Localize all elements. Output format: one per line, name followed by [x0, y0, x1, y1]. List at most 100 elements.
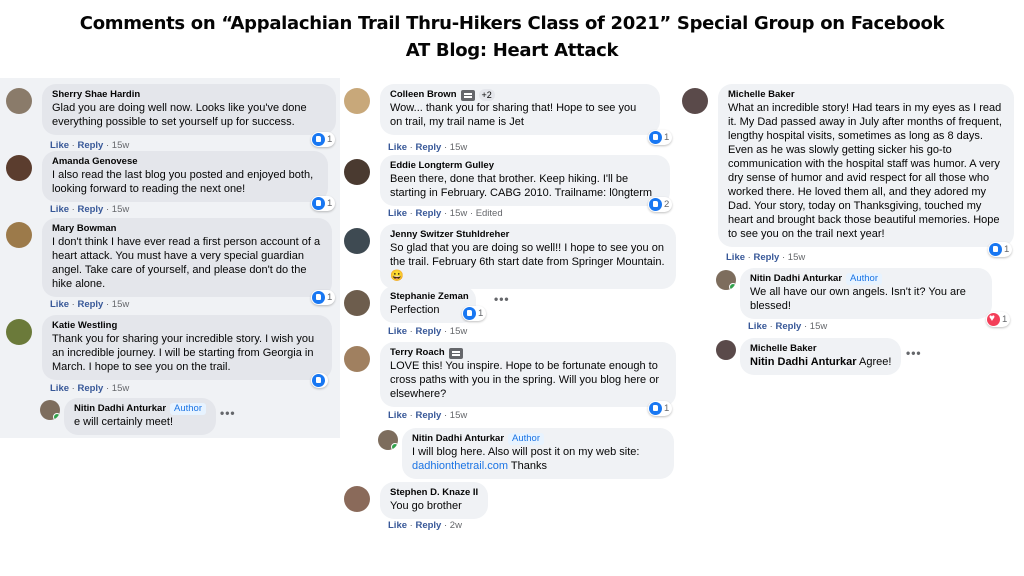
- timestamp[interactable]: 15w: [450, 208, 467, 219]
- online-indicator: [391, 443, 398, 450]
- comment-author[interactable]: Katie Westling: [52, 320, 322, 332]
- comment-bubble: Eddie Longterm Gulley Been there, done t…: [380, 155, 670, 206]
- avatar[interactable]: [344, 159, 370, 185]
- comment-actions: Like · Reply · 15w: [388, 326, 468, 337]
- comment-text: Glad you are doing well now. Looks like …: [52, 102, 307, 128]
- reply-button[interactable]: Reply: [415, 208, 441, 219]
- reply-button[interactable]: Reply: [77, 140, 103, 151]
- avatar[interactable]: [716, 340, 736, 360]
- comment-author[interactable]: Terry Roach: [390, 347, 666, 359]
- comment-bubble: Stephanie Zeman Perfection: [380, 286, 476, 323]
- heart-reaction-icon: [987, 312, 1000, 326]
- timestamp[interactable]: 15w: [112, 140, 129, 151]
- comment-text: I will blog here. Also will post it on m…: [412, 446, 640, 472]
- like-button[interactable]: Like: [388, 142, 407, 153]
- timestamp[interactable]: 15w: [450, 410, 467, 421]
- like-button[interactable]: Like: [50, 204, 69, 215]
- comment-text: Been there, done that brother. Keep hiki…: [390, 173, 653, 199]
- avatar[interactable]: [344, 486, 370, 512]
- reaction-count[interactable]: 1: [311, 132, 336, 147]
- comment-text: Perfection: [390, 304, 440, 316]
- like-button[interactable]: Like: [388, 326, 407, 337]
- avatar[interactable]: [344, 290, 370, 316]
- comment-author[interactable]: Mary Bowman: [52, 223, 322, 235]
- like-button[interactable]: Like: [50, 383, 69, 394]
- like-button[interactable]: Like: [388, 410, 407, 421]
- avatar[interactable]: [344, 346, 370, 372]
- timestamp[interactable]: 15w: [112, 299, 129, 310]
- like-button[interactable]: Like: [50, 299, 69, 310]
- comment-author[interactable]: Nitin Dadhi Anturkar Author: [412, 433, 664, 445]
- reply-button[interactable]: Reply: [77, 383, 103, 394]
- comment-bubble: Sherry Shae Hardin Glad you are doing we…: [42, 84, 336, 135]
- reply-button[interactable]: Reply: [77, 299, 103, 310]
- comment-bubble: Michelle Baker Nitin Dadhi Anturkar Agre…: [740, 338, 902, 375]
- avatar[interactable]: [682, 88, 708, 114]
- comment-author[interactable]: Sherry Shae Hardin: [52, 89, 326, 101]
- comment-column-3: Michelle Baker What an incredible story!…: [680, 78, 1024, 378]
- like-button[interactable]: Like: [388, 520, 407, 531]
- reply-button[interactable]: Reply: [775, 321, 801, 332]
- comment-text: What an incredible story! Had tears in m…: [728, 102, 1002, 240]
- comment: Sherry Shae Hardin Glad you are doing we…: [6, 84, 336, 151]
- reaction-count[interactable]: 1: [462, 306, 487, 321]
- avatar[interactable]: [40, 400, 60, 420]
- author-badge: Author: [170, 403, 207, 415]
- more-options-icon[interactable]: •••: [494, 292, 510, 306]
- author-badge: Author: [508, 433, 545, 445]
- reaction-count[interactable]: 2: [648, 197, 673, 212]
- timestamp[interactable]: 15w: [112, 383, 129, 394]
- timestamp[interactable]: 15w: [450, 142, 467, 153]
- timestamp[interactable]: 15w: [788, 252, 805, 263]
- avatar[interactable]: [378, 430, 398, 450]
- comment-author[interactable]: Stephanie Zeman: [390, 291, 469, 303]
- comment-author[interactable]: Nitin Dadhi Anturkar Author: [750, 273, 982, 285]
- like-reaction-icon: [463, 307, 476, 320]
- comment-author[interactable]: Stephen D. Knaze II: [390, 487, 478, 499]
- comment-author[interactable]: Colleen Brown +2: [390, 89, 650, 101]
- reaction-count[interactable]: 1: [988, 242, 1013, 257]
- reaction-count[interactable]: 1: [648, 401, 673, 416]
- mention-link[interactable]: Nitin Dadhi Anturkar: [750, 356, 857, 368]
- avatar[interactable]: [344, 88, 370, 114]
- comment-author[interactable]: Jenny Switzer Stuhldreher: [390, 229, 666, 241]
- reply-button[interactable]: Reply: [415, 142, 441, 153]
- reply-button[interactable]: Reply: [753, 252, 779, 263]
- comment-author[interactable]: Amanda Genovese: [52, 156, 318, 168]
- comment-author[interactable]: Eddie Longterm Gulley: [390, 160, 660, 172]
- more-options-icon[interactable]: •••: [220, 406, 236, 420]
- timestamp[interactable]: 2w: [450, 520, 462, 531]
- reaction-count[interactable]: 1: [311, 290, 336, 305]
- comment-author[interactable]: Nitin Dadhi Anturkar Author: [74, 403, 207, 415]
- avatar[interactable]: [716, 270, 736, 290]
- avatar[interactable]: [6, 319, 32, 345]
- reaction-count[interactable]: 1: [311, 196, 336, 211]
- more-options-icon[interactable]: •••: [906, 346, 922, 360]
- comment-bubble: Terry Roach LOVE this! You inspire. Hope…: [380, 342, 676, 407]
- comment-bubble: Nitin Dadhi Anturkar Author We all have o…: [740, 268, 992, 319]
- reaction-count[interactable]: 1: [648, 130, 673, 145]
- reaction-count[interactable]: 1: [986, 312, 1011, 327]
- like-button[interactable]: Like: [50, 140, 69, 151]
- comment: Katie Westling Thank you for sharing you…: [6, 315, 336, 397]
- comment-author[interactable]: Michelle Baker: [750, 343, 891, 355]
- timestamp[interactable]: 15w: [810, 321, 827, 332]
- reaction-count[interactable]: [311, 373, 328, 388]
- avatar[interactable]: [6, 155, 32, 181]
- reply-button[interactable]: Reply: [415, 326, 441, 337]
- like-button[interactable]: Like: [726, 252, 745, 263]
- reply-button[interactable]: Reply: [77, 204, 103, 215]
- comment-author[interactable]: Michelle Baker: [728, 89, 1004, 101]
- edited-label: Edited: [475, 208, 503, 219]
- comment: Stephen D. Knaze II You go brother Like …: [344, 482, 544, 534]
- reply-button[interactable]: Reply: [415, 410, 441, 421]
- avatar[interactable]: [6, 88, 32, 114]
- timestamp[interactable]: 15w: [112, 204, 129, 215]
- avatar[interactable]: [6, 222, 32, 248]
- timestamp[interactable]: 15w: [450, 326, 467, 337]
- like-button[interactable]: Like: [748, 321, 767, 332]
- reply-button[interactable]: Reply: [415, 520, 441, 531]
- avatar[interactable]: [344, 228, 370, 254]
- like-button[interactable]: Like: [388, 208, 407, 219]
- website-link[interactable]: dadhionthetrail.com: [412, 460, 508, 472]
